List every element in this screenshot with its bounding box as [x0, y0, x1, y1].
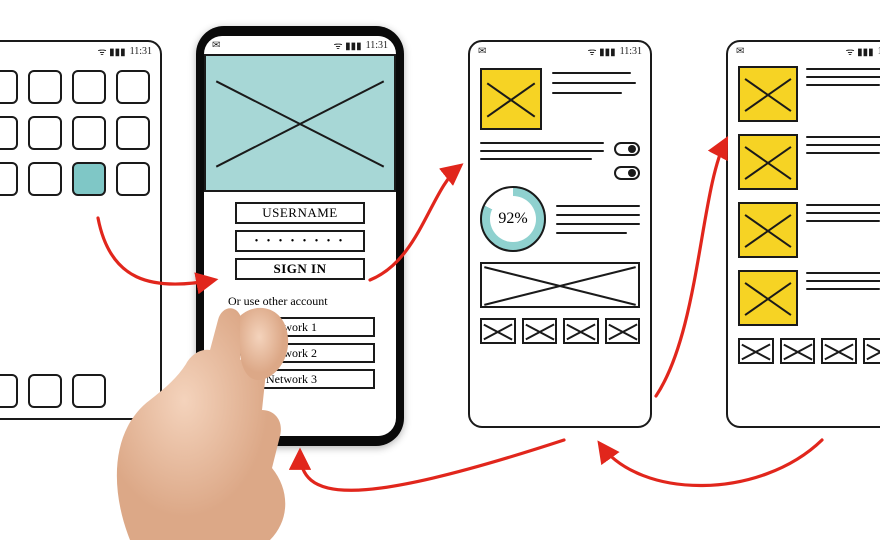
username-field[interactable]: USERNAME — [235, 202, 365, 224]
app-icon[interactable] — [72, 70, 106, 104]
feed-row[interactable] — [728, 128, 880, 196]
nav-thumb[interactable] — [480, 318, 516, 344]
feed-text — [806, 66, 880, 86]
feed-thumb — [738, 202, 798, 258]
app-icon[interactable] — [28, 70, 62, 104]
app-icon[interactable] — [0, 162, 18, 196]
nav-thumb[interactable] — [522, 318, 558, 344]
clock-text: 11:31 — [130, 46, 152, 57]
dock-icon[interactable] — [0, 374, 18, 408]
signal-icon: ᯤ ▮▮▮ — [333, 38, 361, 52]
app-icon[interactable] — [0, 70, 18, 104]
feed-row[interactable] — [728, 60, 880, 128]
nav-thumb[interactable] — [738, 338, 774, 364]
mail-icon: ✉ — [478, 46, 486, 57]
banner-image-placeholder — [480, 262, 640, 308]
wireframe-profile-dashboard: ✉ ᯤ ▮▮▮ 11:31 92% — [468, 40, 652, 428]
nav-thumb[interactable] — [563, 318, 599, 344]
heading-lines — [552, 68, 640, 130]
app-icon-selected[interactable] — [72, 162, 106, 196]
mail-icon: ✉ — [736, 46, 744, 57]
hand-photo — [90, 260, 350, 540]
toggle-switch[interactable] — [614, 166, 640, 180]
nav-thumb[interactable] — [821, 338, 857, 364]
nav-thumb[interactable] — [605, 318, 641, 344]
wireframe-feed-list: ✉ ᯤ ▮▮▮11:31 — [726, 40, 880, 428]
feed-row[interactable] — [728, 264, 880, 332]
status-bar: ✉ ᯤ ▮▮▮11:31 — [728, 42, 880, 60]
paragraph-lines — [556, 205, 640, 234]
password-field[interactable]: • • • • • • • • — [235, 230, 365, 252]
app-icon-grid — [0, 60, 160, 206]
app-icon[interactable] — [0, 116, 18, 150]
app-icon[interactable] — [28, 162, 62, 196]
nav-thumb[interactable] — [780, 338, 816, 364]
paragraph-lines — [480, 142, 604, 160]
bottom-nav-thumbs — [470, 312, 650, 354]
clock-text: 11:31 — [620, 46, 642, 57]
feed-thumb — [738, 134, 798, 190]
clock-text: 11:31 — [366, 40, 388, 51]
gauge-value: 92% — [480, 186, 546, 252]
mail-icon: ✉ — [212, 40, 220, 51]
app-icon[interactable] — [116, 70, 150, 104]
app-icon[interactable] — [72, 116, 106, 150]
avatar-placeholder — [480, 68, 542, 130]
signal-icon: ᯤ ▮▮▮ — [587, 44, 615, 58]
feed-row[interactable] — [728, 196, 880, 264]
progress-gauge: 92% — [480, 186, 546, 252]
status-bar: ✉ ᯤ ▮▮▮ 11:31 — [204, 36, 396, 54]
nav-thumb[interactable] — [863, 338, 880, 364]
bottom-nav-thumbs — [728, 332, 880, 374]
app-icon[interactable] — [28, 116, 62, 150]
signal-icon: ᯤ ▮▮▮ — [97, 44, 125, 58]
status-bar: ✉ ᯤ ▮▮▮ 11:31 — [470, 42, 650, 60]
feed-thumb — [738, 66, 798, 122]
dock-icon[interactable] — [28, 374, 62, 408]
signal-icon: ᯤ ▮▮▮ — [845, 44, 873, 58]
toggle-switch[interactable] — [614, 142, 640, 156]
feed-thumb — [738, 270, 798, 326]
app-icon[interactable] — [116, 162, 150, 196]
app-icon[interactable] — [116, 116, 150, 150]
status-bar: ✉ ᯤ ▮▮▮11:31 — [0, 42, 160, 60]
hero-image-placeholder — [204, 54, 396, 192]
